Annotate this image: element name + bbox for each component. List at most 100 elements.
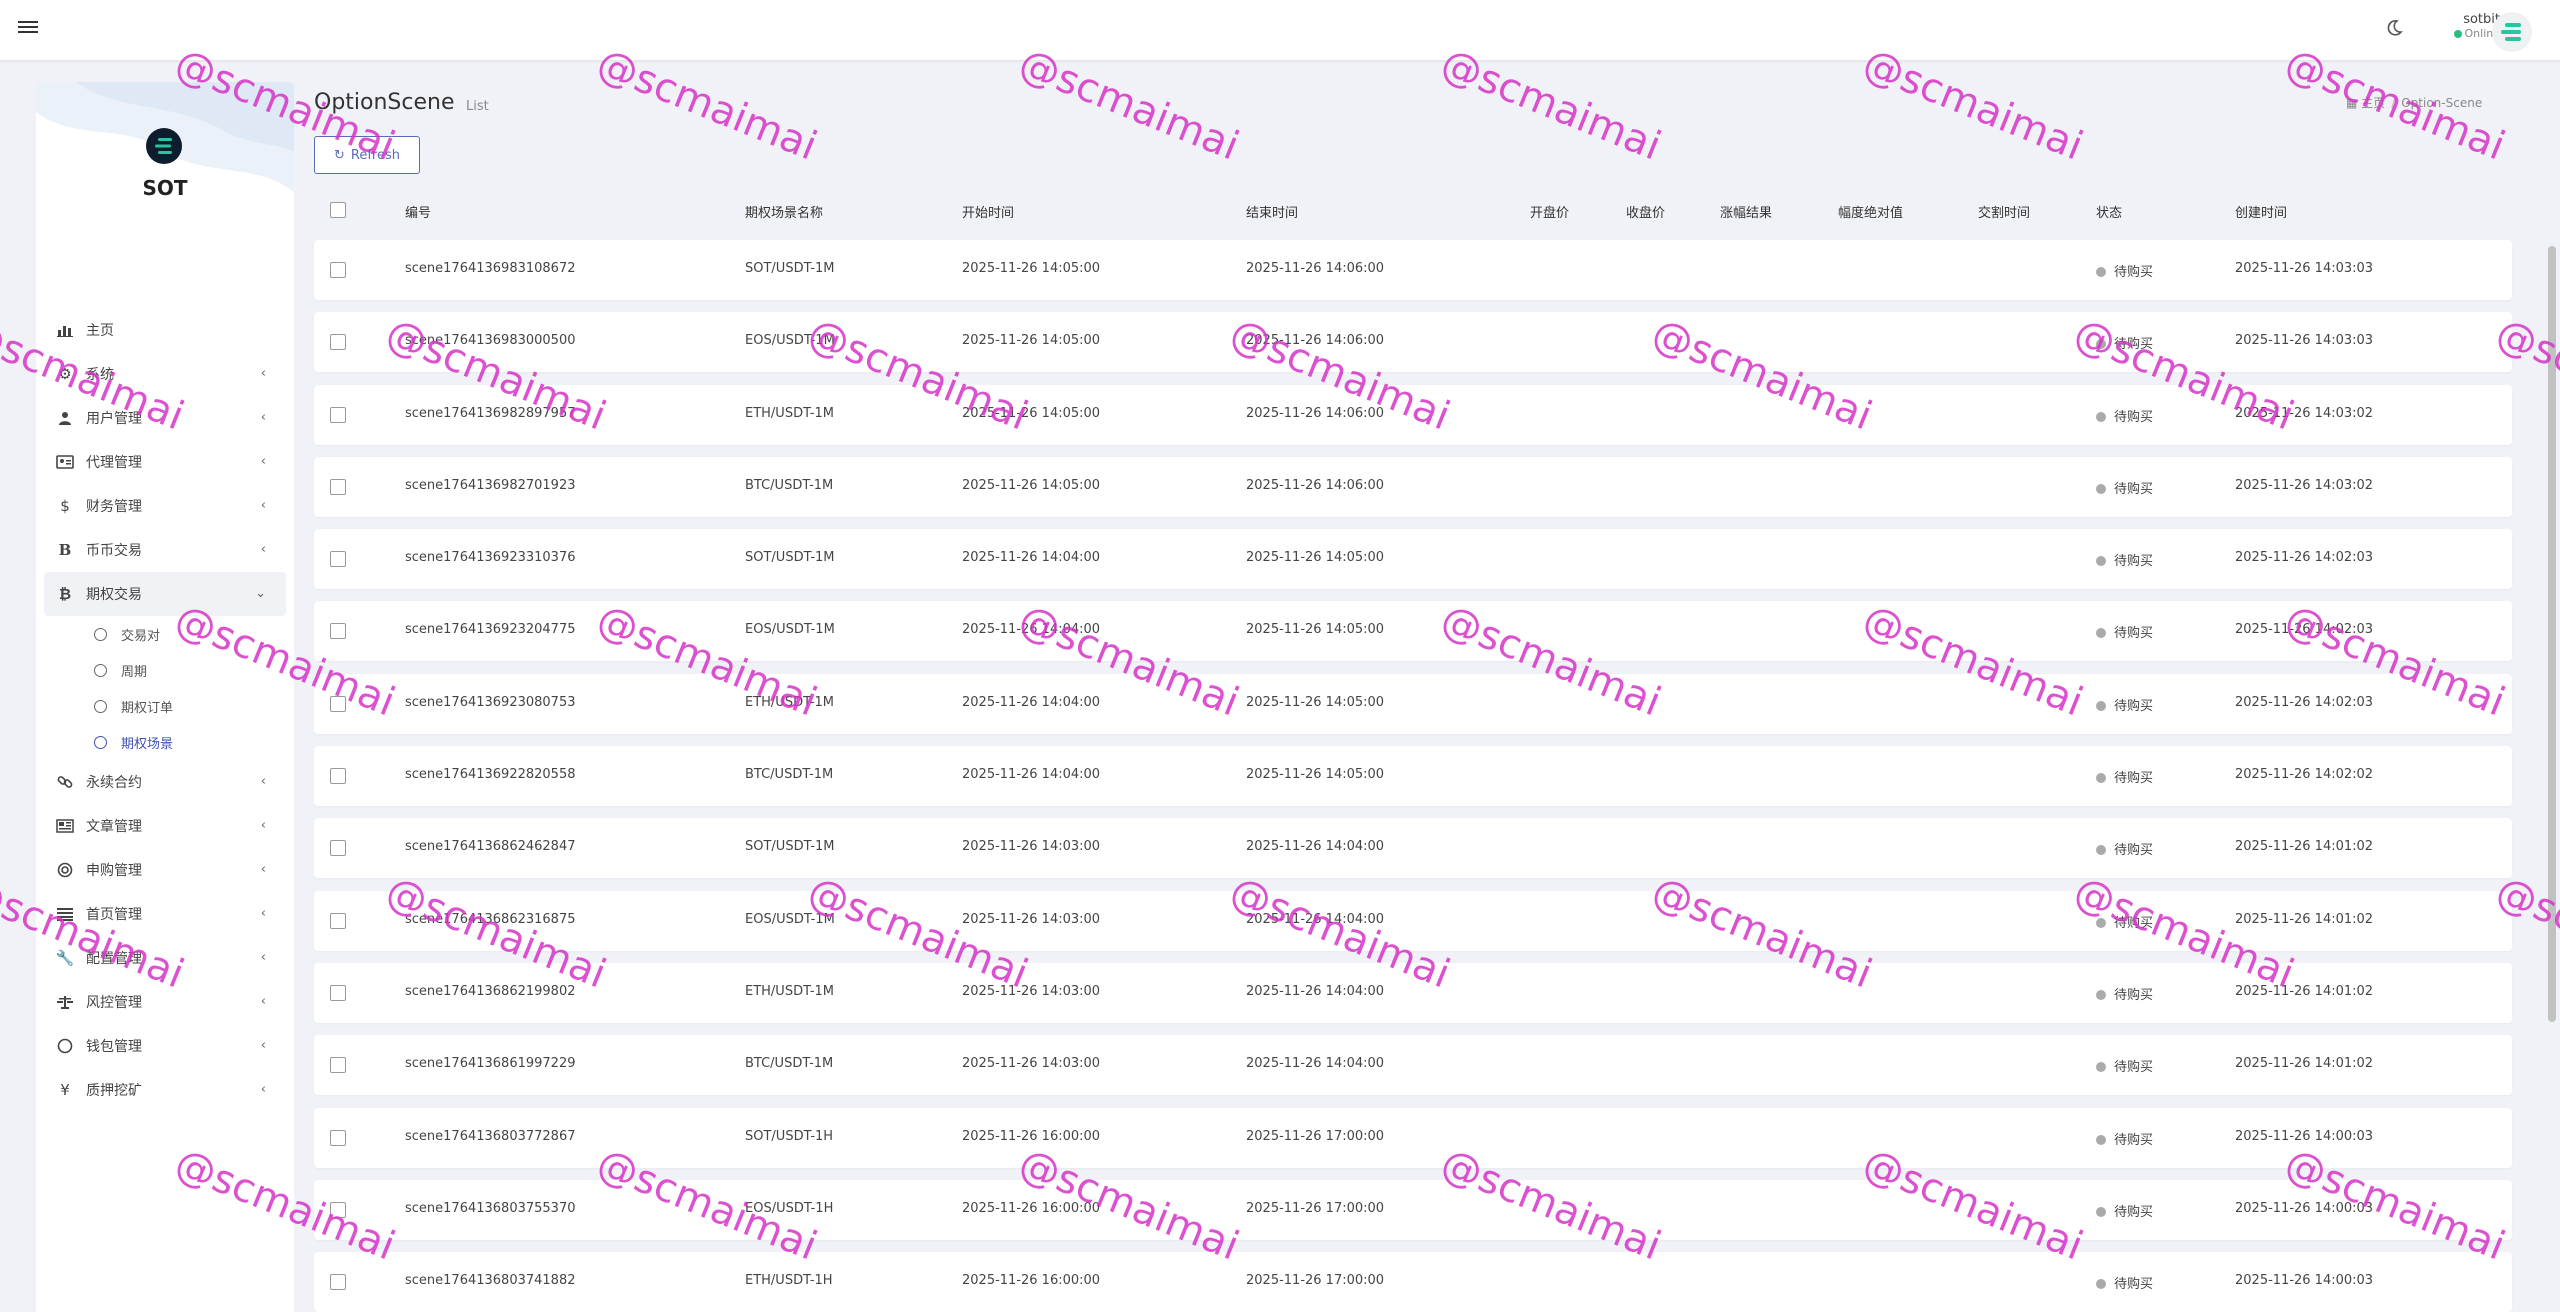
cell-start-time: 2025-11-26 14:04:00: [962, 550, 1101, 566]
row-checkbox[interactable]: [330, 768, 346, 785]
column-header-close-price[interactable]: 收盘价: [1626, 202, 1665, 221]
sidebar-item-staking[interactable]: ¥ 质押挖矿 ‹: [36, 1068, 294, 1112]
gear-icon: ⚙: [58, 365, 72, 383]
cell-start-time: 2025-11-26 14:03:00: [962, 839, 1101, 855]
sidebar-subitem-trading-pairs[interactable]: 交易对: [36, 616, 294, 652]
sidebar-item-subscription[interactable]: 申购管理 ‹: [36, 848, 294, 892]
sidebar-subitem-option-scene[interactable]: 期权场景: [36, 724, 294, 760]
row-checkbox[interactable]: [330, 1129, 346, 1146]
circle-icon: [56, 1037, 74, 1055]
column-header-end[interactable]: 结束时间: [1246, 202, 1298, 221]
sidebar-item-system[interactable]: ⚙ 系统 ‹: [36, 352, 294, 396]
sidebar-subitem-option-orders[interactable]: 期权订单: [36, 688, 294, 724]
cell-status: 待购买: [2096, 261, 2153, 280]
cell-id: scene1764136983000500: [405, 333, 576, 349]
sidebar-item-wallet[interactable]: 钱包管理 ‹: [36, 1024, 294, 1068]
row-checkbox[interactable]: [330, 984, 346, 1001]
sidebar-item-users[interactable]: 用户管理 ‹: [36, 396, 294, 440]
column-header-open-price[interactable]: 开盘价: [1530, 202, 1569, 221]
brand-name: SOT: [142, 176, 188, 200]
sidebar-item-perpetual[interactable]: 永续合约 ‹: [36, 760, 294, 804]
status-dot-icon: [2096, 339, 2106, 350]
cell-start-time: 2025-11-26 14:05:00: [962, 333, 1101, 349]
table-row[interactable]: scene1764136923080753 ETH/USDT-1M 2025-1…: [314, 673, 2512, 734]
cell-created-time: 2025-11-26 14:00:03: [2235, 1128, 2374, 1144]
lifebuoy-icon: [56, 861, 74, 879]
sidebar-item-home[interactable]: 主页: [36, 308, 294, 352]
table-row[interactable]: scene1764136803741882 ETH/USDT-1H 2025-1…: [314, 1252, 2512, 1312]
cell-end-time: 2025-11-26 14:04:00: [1246, 839, 1385, 855]
sidebar-item-label: 申购管理: [86, 863, 142, 879]
select-all-checkbox[interactable]: [330, 202, 346, 218]
table-row[interactable]: scene1764136862199802 ETH/USDT-1M 2025-1…: [314, 962, 2512, 1023]
sidebar-item-config[interactable]: 🔧 配置管理 ‹: [36, 936, 294, 980]
status-dot-icon: [2096, 628, 2106, 639]
table-row[interactable]: scene1764136862316875 EOS/USDT-1M 2025-1…: [314, 890, 2512, 951]
table-row[interactable]: scene1764136922820558 BTC/USDT-1M 2025-1…: [314, 746, 2512, 807]
column-header-abs-amplitude[interactable]: 幅度绝对值: [1838, 202, 1903, 221]
sidebar-item-risk-control[interactable]: 风控管理 ‹: [36, 980, 294, 1024]
page-title: OptionScene: [314, 90, 455, 115]
table-row[interactable]: scene1764136923204775 EOS/USDT-1M 2025-1…: [314, 601, 2512, 662]
sidebar-item-label: 币币交易: [86, 543, 142, 559]
table-row[interactable]: scene1764136803772867 SOT/USDT-1H 2025-1…: [314, 1107, 2512, 1168]
cell-id: scene1764136861997229: [405, 1056, 576, 1072]
sidebar-item-articles[interactable]: 文章管理 ‹: [36, 804, 294, 848]
row-checkbox[interactable]: [330, 1274, 346, 1291]
sidebar-item-label: 用户管理: [86, 411, 142, 427]
moon-icon[interactable]: [2384, 18, 2408, 42]
cell-name: EOS/USDT-1M: [745, 333, 835, 349]
cell-name: EOS/USDT-1H: [745, 1200, 834, 1216]
column-header-start[interactable]: 开始时间: [962, 202, 1014, 221]
table-row[interactable]: scene1764136803755370 EOS/USDT-1H 2025-1…: [314, 1179, 2512, 1240]
status-label: 待购买: [2114, 265, 2154, 280]
column-header-status[interactable]: 状态: [2096, 202, 2122, 221]
cell-name: ETH/USDT-1H: [745, 1273, 833, 1289]
status-label: 待购买: [2114, 771, 2154, 787]
table-row[interactable]: scene1764136861997229 BTC/USDT-1M 2025-1…: [314, 1035, 2512, 1096]
table-row[interactable]: scene1764136862462847 SOT/USDT-1M 2025-1…: [314, 818, 2512, 879]
row-checkbox[interactable]: [330, 623, 346, 640]
sidebar-subitem-period[interactable]: 周期: [36, 652, 294, 688]
cell-end-time: 2025-11-26 14:04:00: [1246, 911, 1385, 927]
table-row[interactable]: scene1764136923310376 SOT/USDT-1M 2025-1…: [314, 529, 2512, 590]
page-scrollbar[interactable]: [2546, 60, 2556, 1312]
row-checkbox[interactable]: [330, 1057, 346, 1074]
sidebar-item-agents[interactable]: 代理管理 ‹: [36, 440, 294, 484]
row-checkbox[interactable]: [330, 912, 346, 929]
row-checkbox[interactable]: [330, 551, 346, 568]
column-header-delivery-time[interactable]: 交割时间: [1978, 202, 2030, 221]
breadcrumb-home[interactable]: 主页: [2361, 96, 2385, 110]
row-checkbox[interactable]: [330, 840, 346, 857]
hamburger-menu-icon[interactable]: [18, 18, 38, 38]
column-header-created[interactable]: 创建时间: [2235, 202, 2287, 221]
sidebar-item-spot-trading[interactable]: B 币币交易 ‹: [36, 528, 294, 572]
sidebar-item-homepage[interactable]: 首页管理 ‹: [36, 892, 294, 936]
cell-id: scene1764136922820558: [405, 767, 576, 783]
column-header-change-result[interactable]: 涨幅结果: [1720, 202, 1772, 221]
row-checkbox[interactable]: [330, 478, 346, 495]
column-header-name[interactable]: 期权场景名称: [745, 202, 823, 221]
newspaper-icon: [56, 817, 74, 835]
chevron-left-icon: ‹: [260, 498, 266, 513]
sidebar-item-options-trading[interactable]: ₿ 期权交易 ⌄: [44, 572, 286, 616]
row-checkbox[interactable]: [330, 1201, 346, 1218]
table-row[interactable]: scene1764136982897957 ETH/USDT-1M 2025-1…: [314, 384, 2512, 445]
status-label: 待购买: [2114, 481, 2154, 497]
table-row[interactable]: scene1764136983108672 SOT/USDT-1M 2025-1…: [314, 240, 2512, 300]
cell-status: 待购买: [2096, 767, 2153, 786]
avatar[interactable]: [2492, 12, 2532, 52]
sidebar-item-finance[interactable]: $ 财务管理 ‹: [36, 484, 294, 528]
table-row[interactable]: scene1764136982701923 BTC/USDT-1M 2025-1…: [314, 456, 2512, 517]
user-info[interactable]: sotbit Online: [2430, 12, 2500, 40]
row-checkbox[interactable]: [330, 406, 346, 423]
scrollbar-thumb[interactable]: [2548, 246, 2556, 1022]
row-checkbox[interactable]: [330, 262, 346, 278]
status-label: 待购买: [2114, 337, 2154, 353]
refresh-button[interactable]: ↻ Refresh: [314, 136, 420, 174]
row-checkbox[interactable]: [330, 695, 346, 712]
row-checkbox[interactable]: [330, 334, 346, 351]
sidebar-item-label: 永续合约: [86, 775, 142, 791]
table-row[interactable]: scene1764136983000500 EOS/USDT-1M 2025-1…: [314, 312, 2512, 373]
column-header-id[interactable]: 编号: [405, 202, 431, 221]
